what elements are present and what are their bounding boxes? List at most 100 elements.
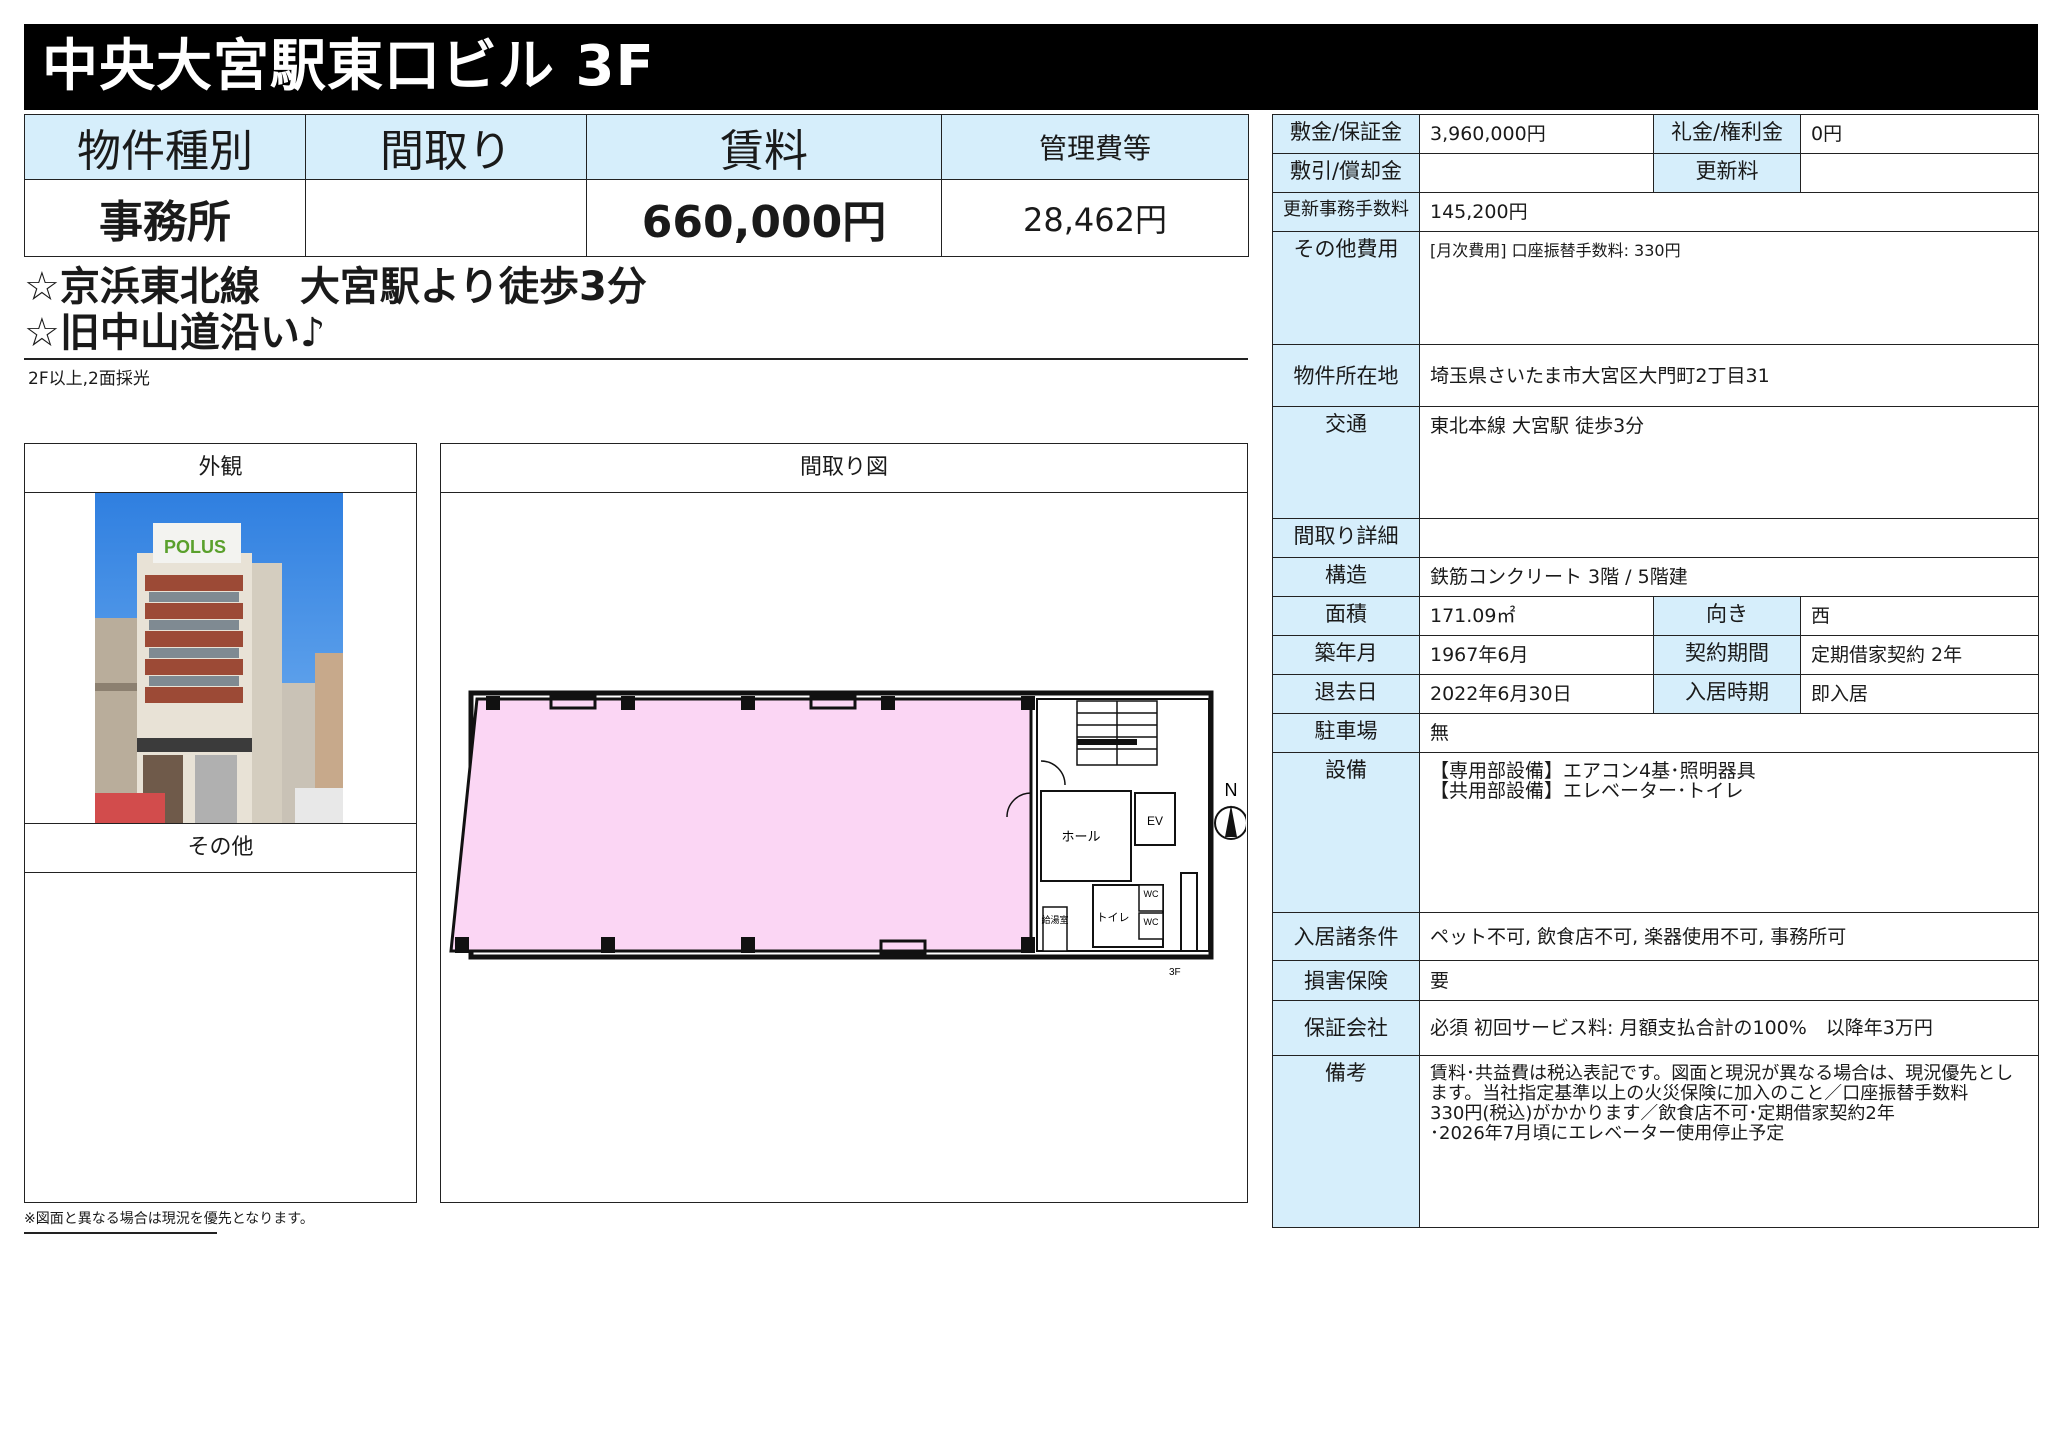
built-label: 築年月 xyxy=(1272,635,1420,675)
catch-line-1: ☆京浜東北線 大宮駅より徒歩3分 xyxy=(24,264,647,310)
key-money-label: 礼金/権利金 xyxy=(1653,114,1801,154)
footnote-underline xyxy=(24,1232,217,1234)
contract-value: 定期借家契約 2年 xyxy=(1800,635,2039,675)
built-value: 1967年6月 xyxy=(1419,635,1654,675)
title-bar: 中央大宮駅東口ビル 3F xyxy=(24,24,2038,110)
guarantor-value: 必須 初回サービス料: 月額支払合計の100% 以降年3万円 xyxy=(1419,1000,2039,1056)
summary-value-row: 事務所 660,000円 28,462円 xyxy=(24,179,1249,257)
row-layout-detail: 間取り詳細 xyxy=(1272,518,2039,558)
renewal-admin-value: 145,200円 xyxy=(1419,192,2039,232)
row-area: 面積 171.09㎡ 向き 西 xyxy=(1272,596,2039,636)
row-vacate: 退去日 2022年6月30日 入居時期 即入居 xyxy=(1272,674,2039,714)
insurance-label: 損害保険 xyxy=(1272,960,1420,1001)
details-table: 敷金/保証金 3,960,000円 礼金/権利金 0円 敷引/償却金 更新料 更… xyxy=(1272,114,2039,1228)
building-sign: POLUS xyxy=(164,537,226,557)
property-type-header: 物件種別 xyxy=(24,114,306,180)
amortization-label: 敷引/償却金 xyxy=(1272,153,1420,193)
deposit-label: 敷金/保証金 xyxy=(1272,114,1420,154)
exterior-panel-title: 外観 xyxy=(25,444,416,493)
row-address: 物件所在地 埼玉県さいたま市大宮区大門町2丁目31 xyxy=(1272,344,2039,407)
layout-detail-label: 間取り詳細 xyxy=(1272,518,1420,558)
renewal-fee-value xyxy=(1800,153,2039,193)
floor-plan-drawing: ホール EV WC WC トイレ 給湯室 N 3F xyxy=(449,690,1246,978)
other-costs-value: [月次費用] 口座振替手数料: 330円 xyxy=(1419,231,2039,345)
amortization-value xyxy=(1419,153,1654,193)
renewal-admin-label: 更新事務手数料 xyxy=(1272,192,1420,232)
move-in-label: 入居時期 xyxy=(1653,674,1801,714)
equipment-value: 【専用部設備】エアコン4基･照明器具 【共用部設備】エレベーター･トイレ xyxy=(1419,752,2039,913)
equipment-line-1: 【専用部設備】エアコン4基･照明器具 xyxy=(1430,760,1756,782)
row-insurance: 損害保険 要 xyxy=(1272,960,2039,1001)
contract-label: 契約期間 xyxy=(1653,635,1801,675)
management-fee-header: 管理費等 xyxy=(941,114,1249,180)
row-guarantor: 保証会社 必須 初回サービス料: 月額支払合計の100% 以降年3万円 xyxy=(1272,1000,2039,1056)
summary-table: 物件種別 間取り 賃料 管理費等 事務所 660,000円 28,462円 xyxy=(24,114,1249,257)
sub-note: 2F以上,2面採光 xyxy=(28,369,150,389)
exterior-panel: 外観 POLUS xyxy=(24,443,417,824)
direction-label: 向き xyxy=(1653,596,1801,636)
structure-label: 構造 xyxy=(1272,557,1420,597)
row-built: 築年月 1967年6月 契約期間 定期借家契約 2年 xyxy=(1272,635,2039,675)
move-in-value: 即入居 xyxy=(1800,674,2039,714)
floorplan-panel: 間取り図 ホール EV WC WC トイレ 給湯室 N 3F xyxy=(440,443,1248,1203)
other-panel: その他 xyxy=(24,823,417,1203)
area-label: 面積 xyxy=(1272,596,1420,636)
parking-value: 無 xyxy=(1419,713,2039,753)
address-value: 埼玉県さいたま市大宮区大門町2丁目31 xyxy=(1419,344,2039,407)
toilet-label: トイレ xyxy=(1097,912,1130,924)
remarks-line-3: 330円(税込)がかかります／飲食店不可･定期借家契約2年 xyxy=(1430,1104,1895,1124)
equipment-line-2: 【共用部設備】エレベーター･トイレ xyxy=(1430,780,1744,802)
address-label: 物件所在地 xyxy=(1272,344,1420,407)
row-remarks: 備考 賃料･共益費は税込表記です。図面と現況が異なる場合は、現況優先とし ます。… xyxy=(1272,1055,2039,1228)
page-title: 中央大宮駅東口ビル 3F xyxy=(42,34,655,99)
vacate-label: 退去日 xyxy=(1272,674,1420,714)
remarks-line-4: ･2026年7月頃にエレベーター使用停止予定 xyxy=(1430,1124,1785,1144)
row-parking: 駐車場 無 xyxy=(1272,713,2039,753)
exterior-photo: POLUS xyxy=(95,493,343,823)
transport-value: 東北本線 大宮駅 徒歩3分 xyxy=(1419,406,2039,519)
renewal-fee-label: 更新料 xyxy=(1653,153,1801,193)
vacate-value: 2022年6月30日 xyxy=(1419,674,1654,714)
kitchen-label: 給湯室 xyxy=(1041,914,1068,925)
catch-line-2: ☆旧中山道沿い♪ xyxy=(24,310,326,356)
insurance-value: 要 xyxy=(1419,960,2039,1001)
wc-label-1: WC xyxy=(1144,889,1159,899)
wc-label-2: WC xyxy=(1144,917,1159,927)
layout-value xyxy=(305,179,587,257)
catch-copy: ☆京浜東北線 大宮駅より徒歩3分 ☆旧中山道沿い♪ xyxy=(24,264,1248,360)
row-deposit: 敷金/保証金 3,960,000円 礼金/権利金 0円 xyxy=(1272,114,2039,154)
equipment-label: 設備 xyxy=(1272,752,1420,913)
floor-label: 3F xyxy=(1169,967,1181,978)
north-label: N xyxy=(1225,780,1238,800)
deposit-value: 3,960,000円 xyxy=(1419,114,1654,154)
conditions-value: ペット不可, 飲食店不可, 楽器使用不可, 事務所可 xyxy=(1419,912,2039,961)
summary-header-row: 物件種別 間取り 賃料 管理費等 xyxy=(24,114,1249,180)
row-conditions: 入居諸条件 ペット不可, 飲食店不可, 楽器使用不可, 事務所可 xyxy=(1272,912,2039,961)
row-amortization: 敷引/償却金 更新料 xyxy=(1272,153,2039,193)
rent-header: 賃料 xyxy=(586,114,942,180)
direction-value: 西 xyxy=(1800,596,2039,636)
area-value: 171.09㎡ xyxy=(1419,596,1654,636)
other-panel-title: その他 xyxy=(25,824,416,873)
row-equipment: 設備 【専用部設備】エアコン4基･照明器具 【共用部設備】エレベーター･トイレ xyxy=(1272,752,2039,913)
parking-label: 駐車場 xyxy=(1272,713,1420,753)
key-money-value: 0円 xyxy=(1800,114,2039,154)
management-fee-value: 28,462円 xyxy=(941,179,1249,257)
layout-header: 間取り xyxy=(305,114,587,180)
hall-label: ホール xyxy=(1061,829,1100,844)
other-costs-label: その他費用 xyxy=(1272,231,1420,345)
transport-label: 交通 xyxy=(1272,406,1420,519)
property-type-value: 事務所 xyxy=(24,179,306,257)
row-other-costs: その他費用 [月次費用] 口座振替手数料: 330円 xyxy=(1272,231,2039,345)
remarks-value: 賃料･共益費は税込表記です。図面と現況が異なる場合は、現況優先とし ます。当社指… xyxy=(1419,1055,2039,1228)
guarantor-label: 保証会社 xyxy=(1272,1000,1420,1056)
rent-value: 660,000円 xyxy=(586,179,942,257)
remarks-line-1: 賃料･共益費は税込表記です。図面と現況が異なる場合は、現況優先とし xyxy=(1430,1064,2014,1084)
row-transport: 交通 東北本線 大宮駅 徒歩3分 xyxy=(1272,406,2039,519)
footnote: ※図面と異なる場合は現況を優先となります。 xyxy=(24,1211,314,1227)
ev-label: EV xyxy=(1147,814,1163,828)
floorplan-panel-title: 間取り図 xyxy=(441,444,1247,493)
remarks-label: 備考 xyxy=(1272,1055,1420,1228)
structure-value: 鉄筋コンクリート 3階 / 5階建 xyxy=(1419,557,2039,597)
row-renewal-admin: 更新事務手数料 145,200円 xyxy=(1272,192,2039,232)
